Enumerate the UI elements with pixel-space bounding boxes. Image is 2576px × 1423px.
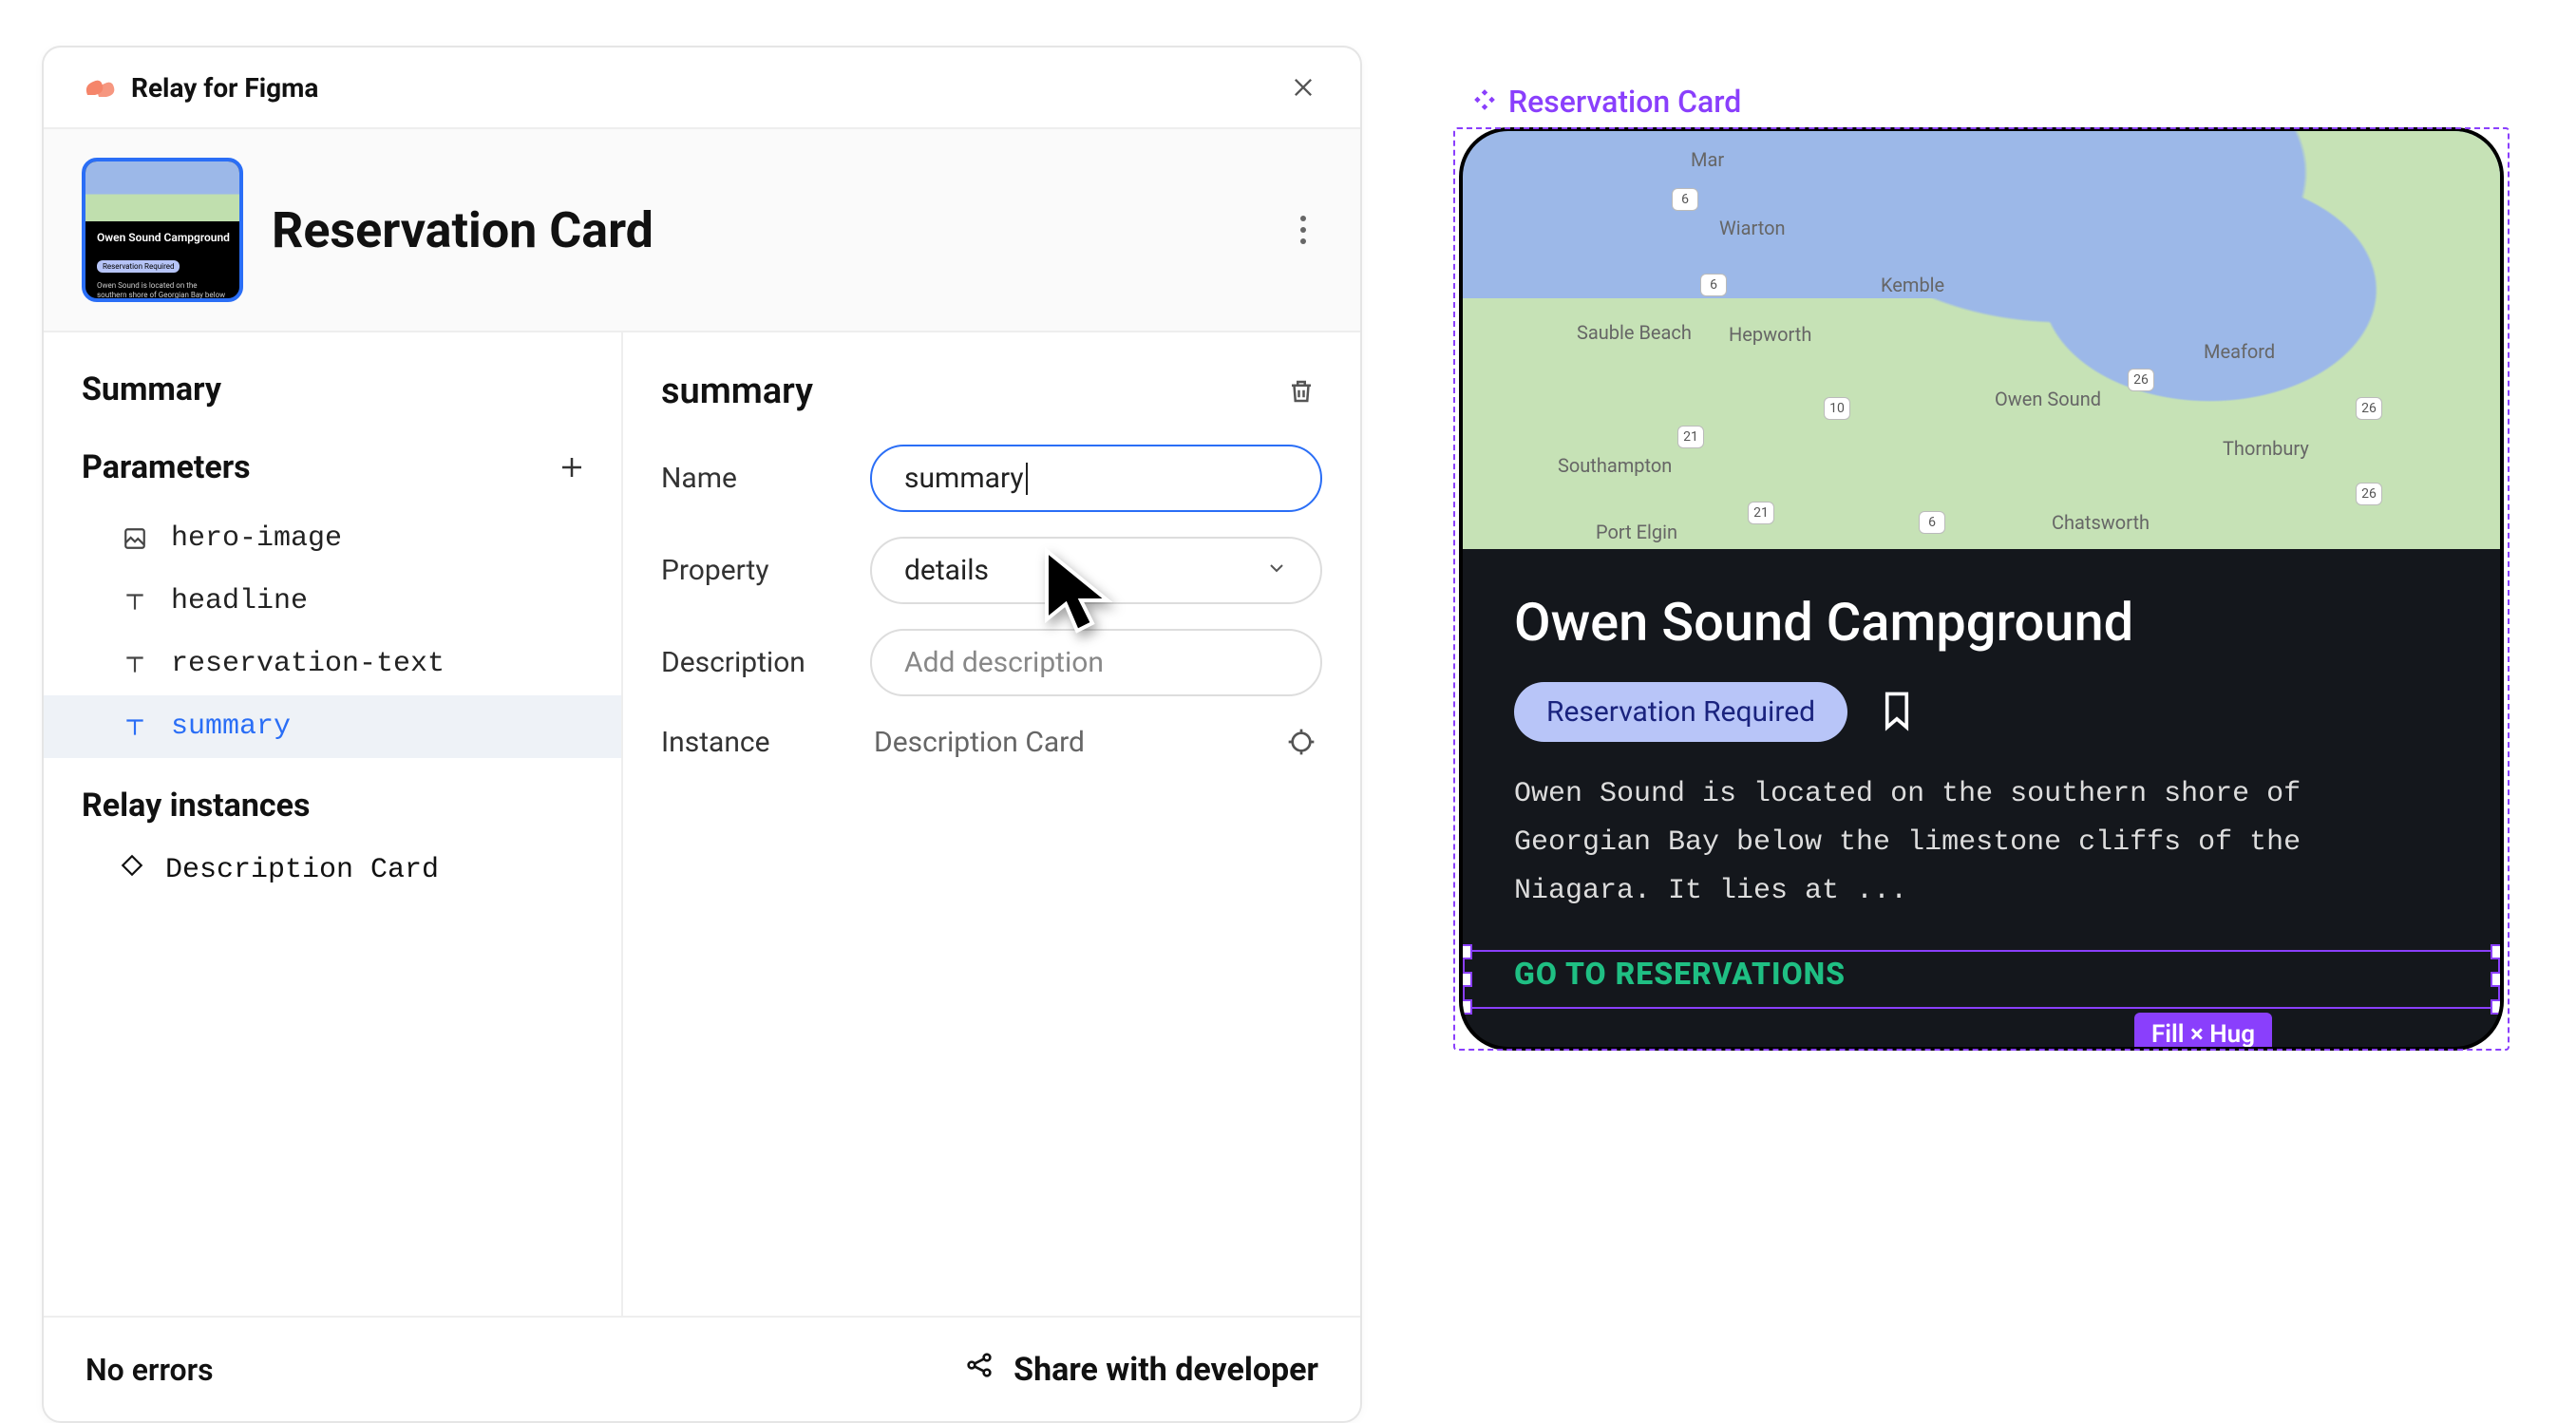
map-label: Hepworth (1729, 323, 1811, 346)
plugin-name: Relay for Figma (131, 72, 318, 104)
road-badge: 6 (1919, 511, 1945, 534)
component-title: Reservation Card (272, 201, 653, 259)
image-icon (120, 523, 150, 554)
parameter-list: hero-image headline reservation-text (44, 507, 621, 758)
map-label: Meaford (2204, 340, 2275, 363)
description-placeholder: Add description (904, 646, 1104, 679)
sidebar: Summary Parameters hero-image (44, 332, 623, 1316)
map-label: Owen Sound (1995, 388, 2101, 410)
summary-heading: Summary (44, 370, 621, 437)
instances-heading: Relay instances (44, 758, 621, 838)
detail-pane: summary Name summary Property details (623, 332, 1360, 1316)
panel-header: Relay for Figma (44, 47, 1360, 129)
map-label: Port Elgin (1596, 521, 1677, 543)
map-label: Sauble Beach (1577, 321, 1692, 344)
property-value: details (904, 554, 989, 587)
map-label: Mar (1691, 148, 1724, 171)
param-summary[interactable]: summary (44, 695, 621, 758)
param-label: summary (171, 711, 291, 743)
delete-button[interactable] (1280, 370, 1322, 412)
chevron-down-icon (1265, 554, 1288, 587)
share-label: Share with developer (1013, 1351, 1318, 1389)
instance-description-card[interactable]: Description Card (44, 838, 621, 902)
figma-canvas: Reservation Card Mar Wiarton Sauble Beac… (1453, 84, 2510, 1056)
param-label: hero-image (171, 522, 342, 555)
card-headline: Owen Sound Campground (1514, 591, 2449, 654)
hero-image-map: Mar Wiarton Sauble Beach Hepworth Kemble… (1463, 131, 2500, 549)
param-label: headline (171, 585, 308, 617)
panel-body: Summary Parameters hero-image (44, 332, 1360, 1316)
card-body: Owen Sound Campground Reservation Requir… (1463, 549, 2500, 1047)
map-label: Wiarton (1719, 217, 1786, 239)
locate-instance-button[interactable] (1280, 721, 1322, 763)
reservation-card: Mar Wiarton Sauble Beach Hepworth Kemble… (1459, 127, 2504, 1051)
description-input[interactable]: Add description (870, 629, 1322, 696)
add-parameter-button[interactable] (551, 446, 593, 488)
property-select[interactable]: details (870, 537, 1322, 604)
status-text: No errors (85, 1352, 214, 1388)
instance-label: Instance (661, 726, 842, 759)
share-with-developer-button[interactable]: Share with developer (964, 1350, 1318, 1389)
road-badge: 26 (2356, 397, 2382, 420)
component-header: Owen Sound Campground Reservation Requir… (44, 129, 1360, 332)
name-input[interactable]: summary (870, 445, 1322, 512)
name-label: Name (661, 462, 842, 495)
road-badge: 26 (2128, 369, 2154, 391)
map-label: Kemble (1881, 274, 1944, 296)
instance-label: Description Card (165, 854, 439, 886)
close-button[interactable] (1284, 68, 1322, 106)
text-icon (120, 649, 150, 679)
instance-value: Description Card (874, 726, 1085, 759)
map-label: Thornbury (2223, 437, 2309, 460)
selection-size-tag: Fill × Hug (2134, 1013, 2272, 1051)
diamond-icon (120, 853, 144, 887)
selected-layer[interactable]: GO TO RESERVATIONS Fill × Hug (1463, 950, 2500, 1009)
road-badge: 6 (1672, 188, 1698, 211)
param-reservation-text[interactable]: reservation-text (44, 633, 621, 695)
parameters-label: Parameters (82, 448, 251, 486)
text-icon (120, 712, 150, 742)
road-badge: 21 (1748, 502, 1774, 524)
param-headline[interactable]: headline (44, 570, 621, 633)
more-menu-button[interactable] (1284, 211, 1322, 249)
param-hero-image[interactable]: hero-image (44, 507, 621, 570)
cta-link[interactable]: GO TO RESERVATIONS (1514, 950, 2449, 1009)
panel-footer: No errors Share with developer (44, 1316, 1360, 1421)
name-input-value: summary (904, 462, 1024, 495)
detail-heading: summary (661, 370, 813, 412)
property-label: Property (661, 554, 842, 587)
road-badge: 10 (1824, 397, 1850, 420)
relay-plugin-panel: Relay for Figma Owen Sound Campground Re… (42, 46, 1362, 1423)
description-label: Description (661, 646, 842, 679)
param-label: reservation-text (171, 648, 445, 680)
road-badge: 26 (2356, 483, 2382, 505)
road-badge: 6 (1700, 274, 1727, 296)
reservation-card-frame[interactable]: Mar Wiarton Sauble Beach Hepworth Kemble… (1453, 127, 2510, 1051)
card-description: Owen Sound is located on the southern sh… (1514, 770, 2449, 916)
text-icon (120, 586, 150, 617)
parameters-header: Parameters (44, 437, 621, 498)
map-label: Southampton (1558, 454, 1672, 477)
bookmark-icon[interactable] (1880, 690, 1918, 735)
relay-logo-icon (82, 74, 116, 101)
reservation-pill: Reservation Required (1514, 682, 1847, 742)
component-thumbnail: Owen Sound Campground Reservation Requir… (82, 158, 243, 302)
component-icon (1472, 84, 1497, 120)
road-badge: 21 (1677, 426, 1704, 448)
component-frame-label[interactable]: Reservation Card (1472, 84, 2510, 120)
map-label: Chatsworth (2052, 511, 2150, 534)
share-icon (964, 1350, 994, 1389)
